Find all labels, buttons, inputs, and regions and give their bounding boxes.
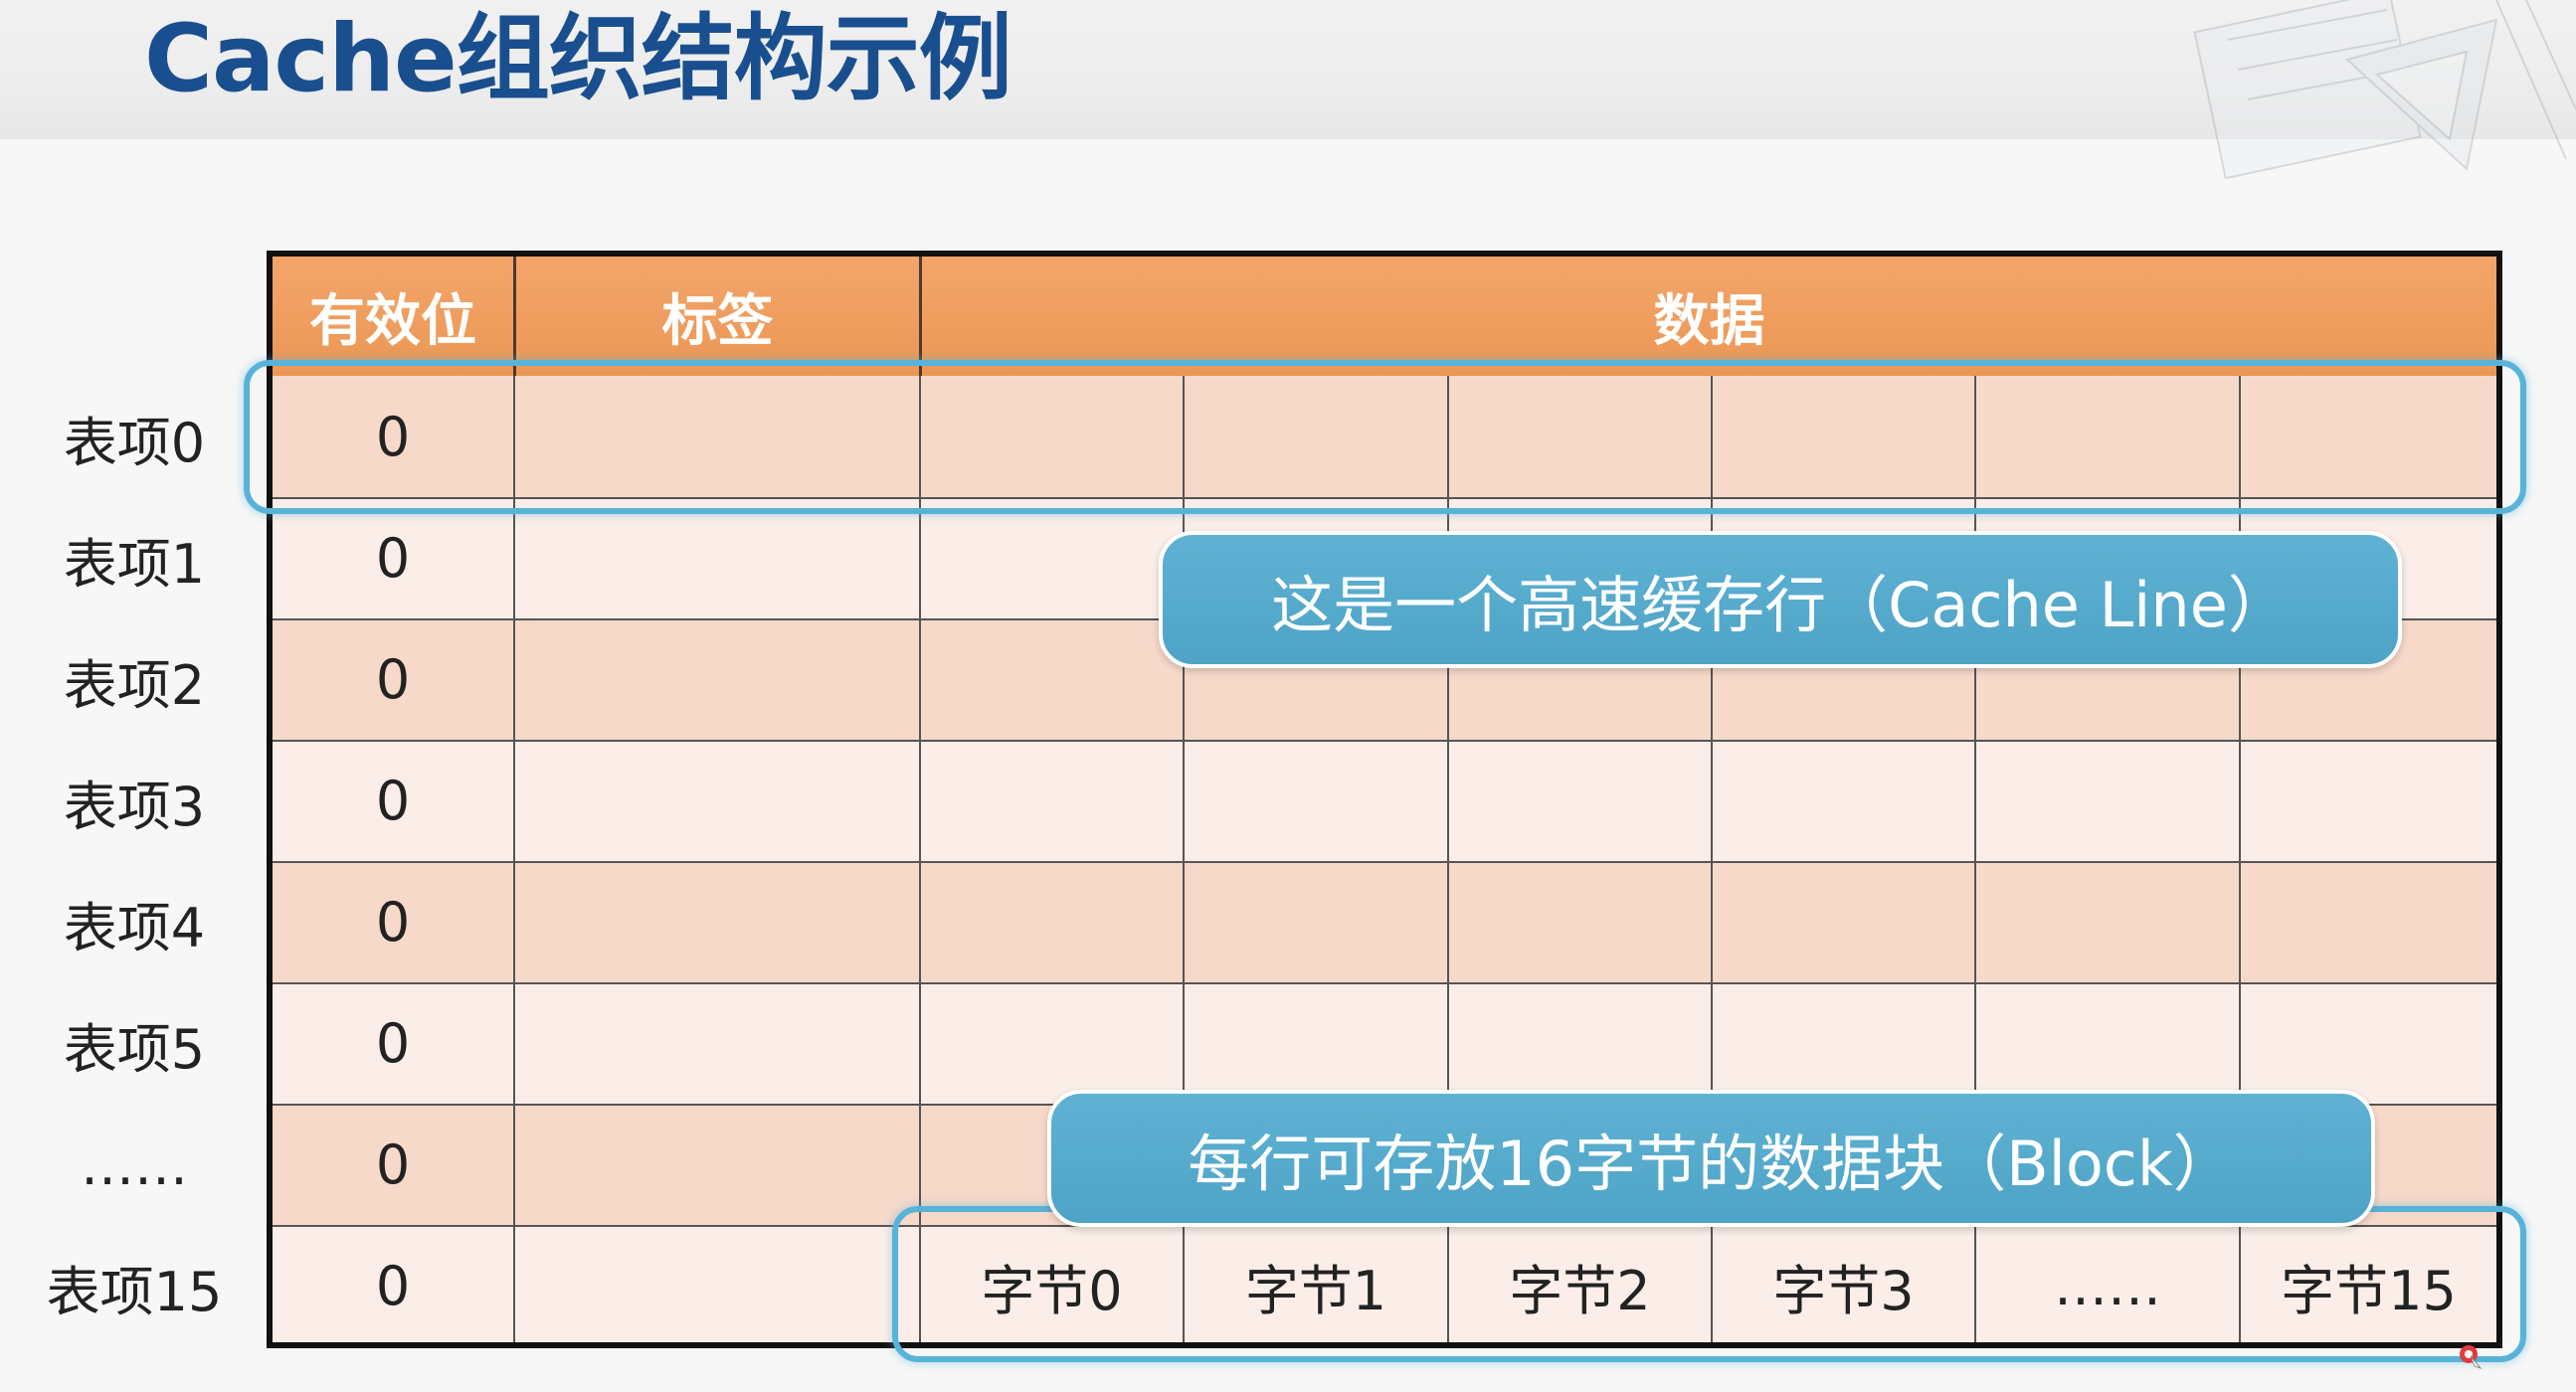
block-callout: 每行可存放16字节的数据块（Block） — [1047, 1090, 2375, 1227]
table-row — [273, 982, 2496, 1104]
row-label: 表项1 — [63, 532, 206, 596]
cache-line-callout: 这是一个高速缓存行（Cache Line） — [1159, 531, 2402, 668]
valid-bit-value: 0 — [375, 526, 411, 590]
valid-bit-value: 0 — [375, 1254, 411, 1317]
row-label: 表项4 — [63, 896, 206, 959]
slide-title: Cache组织结构示例 — [144, 5, 1012, 113]
row-label-ellipsis: …… — [81, 1133, 188, 1197]
grid-line — [273, 982, 2496, 984]
header-tag: 标签 — [661, 288, 774, 354]
grid-line — [513, 376, 515, 1342]
grid-line — [273, 740, 2496, 742]
valid-bit-value: 0 — [375, 647, 411, 711]
block-highlight — [892, 1206, 2526, 1362]
valid-bit-value: 0 — [375, 769, 411, 832]
row-label: 表项5 — [63, 1017, 206, 1081]
cache-line-highlight — [244, 360, 2526, 514]
mouse-cursor-icon — [2460, 1345, 2483, 1370]
row-label: 表项2 — [63, 653, 206, 717]
table-header-row: 有效位 标签 数据 — [273, 257, 2496, 376]
drafting-tools-decoration — [2193, 0, 2576, 180]
row-label: 表项0 — [63, 411, 206, 474]
header-data: 数据 — [1653, 288, 1765, 354]
grid-line — [919, 376, 921, 1342]
valid-bit-value: 0 — [375, 1011, 411, 1075]
header-valid-bit: 有效位 — [309, 288, 476, 354]
valid-bit-value: 0 — [375, 1132, 411, 1196]
row-label: 表项3 — [63, 775, 206, 838]
valid-bit-value: 0 — [375, 890, 411, 954]
grid-line — [273, 861, 2496, 863]
table-row — [273, 740, 2496, 861]
row-label: 表项15 — [46, 1260, 223, 1323]
table-row — [273, 861, 2496, 982]
